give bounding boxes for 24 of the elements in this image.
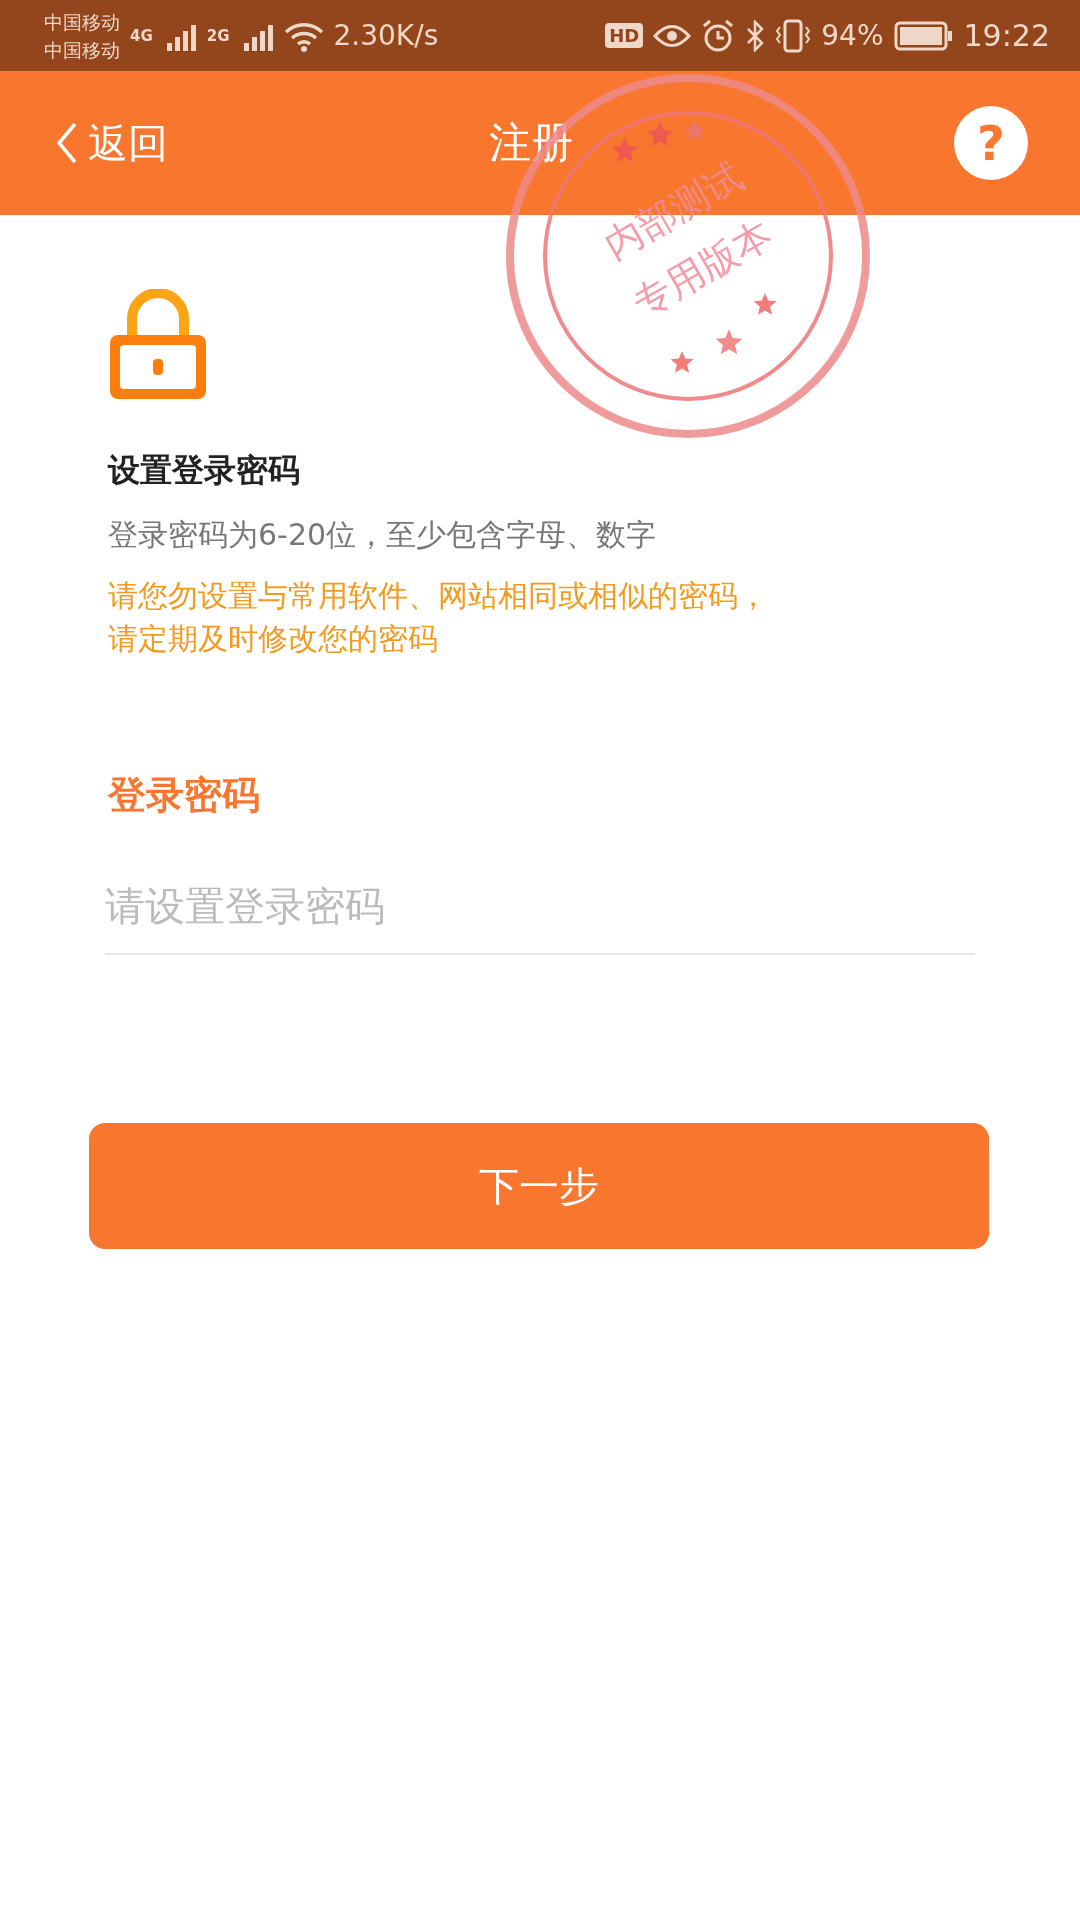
back-button[interactable]: 返回 [56, 115, 168, 171]
help-button[interactable]: ? [954, 106, 1028, 180]
padlock-icon [108, 289, 208, 401]
clock-text: 19:22 [963, 18, 1050, 53]
carrier-text: 中国移动 [44, 9, 120, 35]
password-rule-text: 登录密码为6-20位，至少包含字母、数字 [108, 516, 658, 554]
bluetooth-icon [745, 19, 766, 52]
network-speed-text: 2.30K/s [333, 19, 439, 52]
network-type-text: 4G [130, 26, 153, 45]
vibrate-icon [775, 18, 812, 53]
section-title: 设置登录密码 [108, 450, 301, 491]
carrier-text: 中国移动 [44, 37, 120, 63]
hd-badge: HD [605, 23, 644, 48]
battery-percent-text: 94% [821, 19, 884, 52]
warning-text: 请您勿设置与常用软件、网站相同或相似的密码， [108, 577, 769, 615]
chevron-left-icon [56, 122, 78, 164]
warning-text: 请定期及时修改您的密码 [108, 620, 439, 658]
network-type-text: 2G [206, 26, 230, 45]
alarm-icon [701, 18, 736, 53]
eye-icon [653, 22, 692, 49]
next-button[interactable]: 下一步 [89, 1123, 989, 1249]
page-title: 注册 [488, 117, 574, 169]
battery-icon [893, 20, 954, 51]
field-label: 登录密码 [108, 772, 261, 819]
